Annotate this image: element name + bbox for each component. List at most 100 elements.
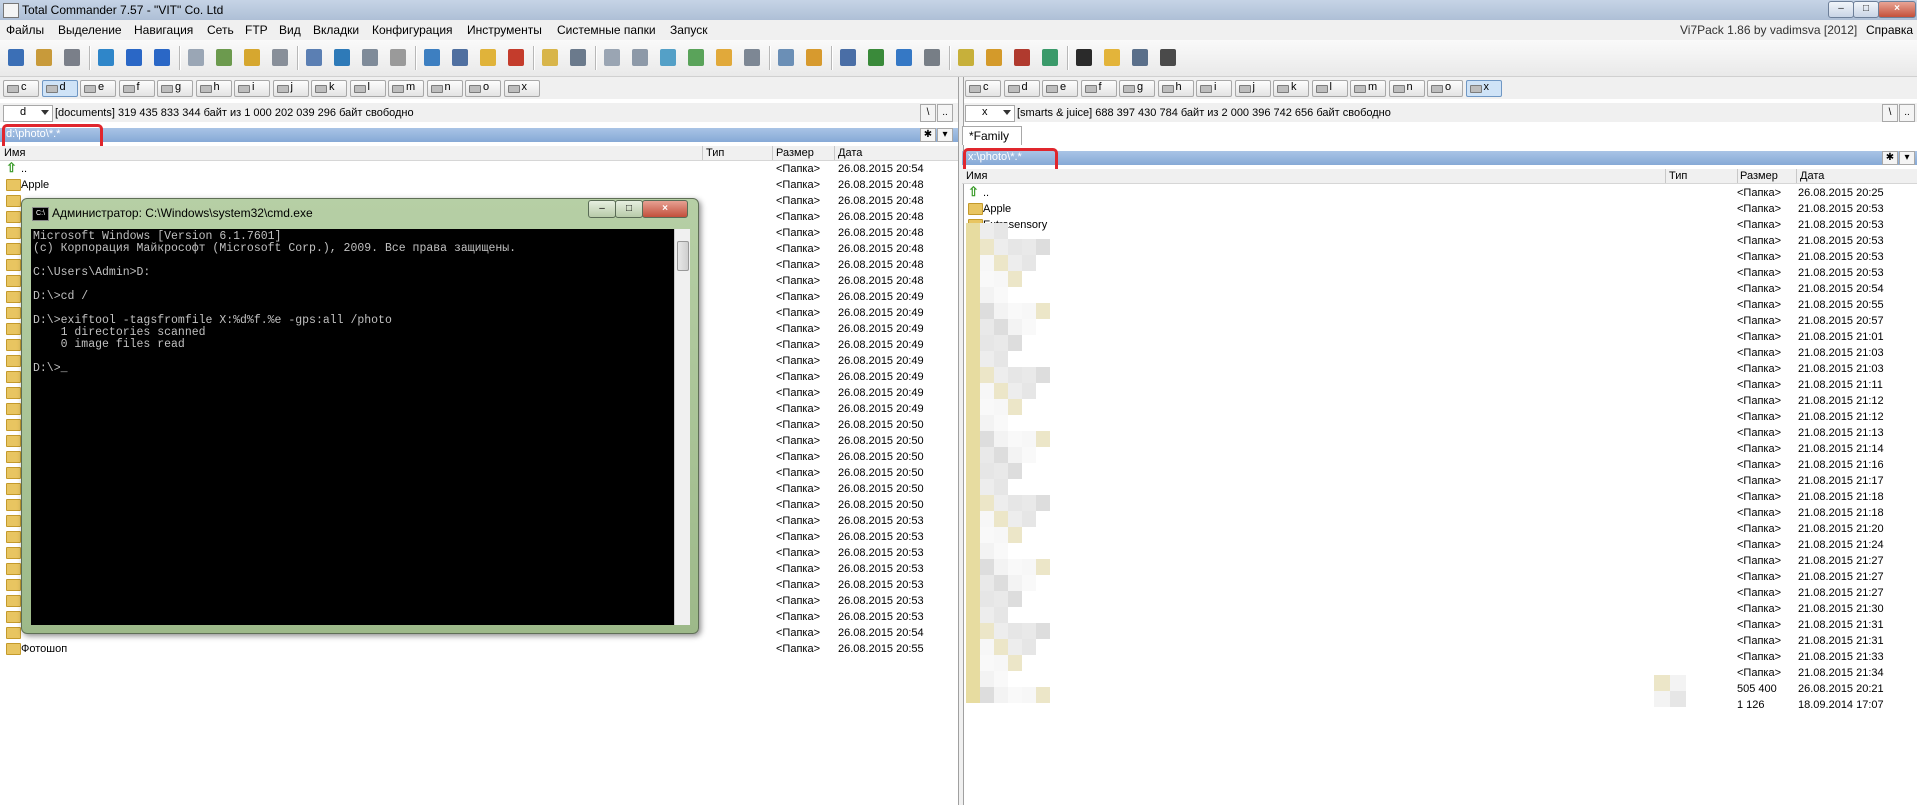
console-output[interactable]: Microsoft Windows [Version 6.1.7601] (c)… bbox=[31, 229, 674, 625]
table-row[interactable]: Фотошоп <Папка> 26.08.2015 20:55 bbox=[0, 641, 955, 657]
table-row[interactable]: <Папка> 21.08.2015 20:53 bbox=[962, 265, 1917, 281]
left-drive-m-button[interactable]: m bbox=[388, 80, 424, 97]
table-row[interactable]: <Папка> 21.08.2015 21:12 bbox=[962, 393, 1917, 409]
right-drive-e-button[interactable]: e bbox=[1042, 80, 1078, 97]
table-row[interactable]: <Папка> 21.08.2015 21:14 bbox=[962, 441, 1917, 457]
eraser-button[interactable] bbox=[656, 46, 680, 70]
table-row[interactable]: <Папка> 21.08.2015 21:20 bbox=[962, 521, 1917, 537]
table-row[interactable]: <Папка> 21.08.2015 21:03 bbox=[962, 361, 1917, 377]
right-history-button[interactable]: ▾ bbox=[1899, 151, 1915, 165]
table-row[interactable]: Extrasensory <Папка> 21.08.2015 20:53 bbox=[962, 217, 1917, 233]
left-drive-g-button[interactable]: g bbox=[157, 80, 193, 97]
table-row[interactable]: Apple <Папка> 21.08.2015 20:53 bbox=[962, 201, 1917, 217]
left-root-button[interactable]: \ bbox=[920, 104, 936, 122]
left-drive-e-button[interactable]: e bbox=[80, 80, 116, 97]
table-row[interactable]: 1 126 18.09.2014 17:07 bbox=[962, 697, 1917, 713]
cmd-minimize-button[interactable]: – bbox=[588, 200, 616, 218]
table-row[interactable]: <Папка> 21.08.2015 20:54 bbox=[962, 281, 1917, 297]
stopwatch-button[interactable] bbox=[1100, 46, 1124, 70]
calculator-button[interactable] bbox=[740, 46, 764, 70]
right-drive-m-button[interactable]: m bbox=[1350, 80, 1386, 97]
table-row[interactable]: <Папка> 21.08.2015 21:16 bbox=[962, 457, 1917, 473]
paint-button[interactable] bbox=[712, 46, 736, 70]
menu-network[interactable]: Сеть bbox=[207, 23, 234, 37]
apps-button[interactable] bbox=[1010, 46, 1034, 70]
delete-button[interactable] bbox=[504, 46, 528, 70]
cmd-maximize-button[interactable]: □ bbox=[615, 200, 643, 218]
left-path-bar[interactable]: d:\photo\*.* ✱ ▾ bbox=[0, 128, 958, 142]
left-drive-h-button[interactable]: h bbox=[195, 80, 232, 97]
save-button[interactable] bbox=[4, 46, 28, 70]
cmd-button[interactable] bbox=[1072, 46, 1096, 70]
table-row[interactable]: <Папка> 21.08.2015 21:31 bbox=[962, 633, 1917, 649]
users-button[interactable] bbox=[60, 46, 84, 70]
table-row[interactable]: <Папка> 21.08.2015 21:11 bbox=[962, 377, 1917, 393]
back-button[interactable] bbox=[122, 46, 146, 70]
right-drive-i-button[interactable]: i bbox=[1196, 80, 1232, 97]
left-drive-l-button[interactable]: l bbox=[349, 80, 386, 97]
disk-button[interactable] bbox=[920, 46, 944, 70]
table-row[interactable]: <Папка> 21.08.2015 21:18 bbox=[962, 489, 1917, 505]
right-drive-c-button[interactable]: c bbox=[965, 80, 1001, 97]
table-row[interactable]: <Папка> 21.08.2015 21:31 bbox=[962, 617, 1917, 633]
menu-help[interactable]: Справка bbox=[1866, 23, 1913, 37]
menu-files[interactable]: Файлы bbox=[6, 23, 44, 37]
table-row[interactable]: <Папка> 21.08.2015 21:18 bbox=[962, 505, 1917, 521]
right-drive-x-button[interactable]: x bbox=[1465, 80, 1502, 97]
copy-names-button[interactable] bbox=[600, 46, 624, 70]
screen-button[interactable] bbox=[774, 46, 798, 70]
right-drive-d-button[interactable]: d bbox=[1003, 80, 1040, 97]
right-drive-j-button[interactable]: j bbox=[1234, 80, 1271, 97]
table-row[interactable]: ⇧.. <Папка> 26.08.2015 20:54 bbox=[0, 160, 955, 177]
left-header-type[interactable]: Тип bbox=[706, 147, 724, 159]
right-drive-n-button[interactable]: n bbox=[1388, 80, 1425, 97]
refresh-button[interactable] bbox=[94, 46, 118, 70]
table-row[interactable]: 505 400 26.08.2015 20:21 bbox=[962, 681, 1917, 697]
right-drive-h-button[interactable]: h bbox=[1157, 80, 1194, 97]
right-drive-o-button[interactable]: o bbox=[1427, 80, 1463, 97]
search-files-button[interactable] bbox=[358, 46, 382, 70]
table-row[interactable]: ⇧.. <Папка> 26.08.2015 20:25 bbox=[962, 184, 1917, 201]
left-drive-i-button[interactable]: i bbox=[234, 80, 270, 97]
new-file-button[interactable] bbox=[212, 46, 236, 70]
cmd-window[interactable]: C:\ Администратор: C:\Windows\system32\c… bbox=[21, 198, 699, 634]
right-drive-k-button[interactable]: k bbox=[1273, 80, 1309, 97]
left-parent-button[interactable]: .. bbox=[937, 104, 953, 122]
right-drive-f-button[interactable]: f bbox=[1080, 80, 1117, 97]
left-drive-o-button[interactable]: o bbox=[465, 80, 501, 97]
right-header-date[interactable]: Дата bbox=[1800, 170, 1824, 182]
registry-button[interactable] bbox=[1038, 46, 1062, 70]
clock-button[interactable] bbox=[386, 46, 410, 70]
maximize-button[interactable]: □ bbox=[1853, 1, 1879, 18]
table-row[interactable]: <Папка> 21.08.2015 20:53 bbox=[962, 249, 1917, 265]
cmd-close-button[interactable]: × bbox=[642, 200, 688, 218]
right-path-bar[interactable]: x:\photo\*.* ✱ ▾ bbox=[962, 151, 1917, 165]
copy-button[interactable] bbox=[184, 46, 208, 70]
grid-button[interactable] bbox=[628, 46, 652, 70]
left-drive-k-button[interactable]: k bbox=[311, 80, 347, 97]
zoom-button[interactable] bbox=[836, 46, 860, 70]
folder-button[interactable] bbox=[476, 46, 500, 70]
table-row[interactable]: <Папка> 21.08.2015 20:57 bbox=[962, 313, 1917, 329]
table-row[interactable]: <Папка> 21.08.2015 21:03 bbox=[962, 345, 1917, 361]
menu-navigation[interactable]: Навигация bbox=[134, 23, 193, 37]
archive-button[interactable] bbox=[802, 46, 826, 70]
menu-view[interactable]: Вид bbox=[279, 23, 301, 37]
find-button[interactable] bbox=[566, 46, 590, 70]
list-button[interactable] bbox=[302, 46, 326, 70]
menu-system-folders[interactable]: Системные папки bbox=[557, 23, 656, 37]
right-header-name[interactable]: Имя bbox=[966, 170, 987, 182]
windows-button[interactable] bbox=[864, 46, 888, 70]
folder-up-button[interactable] bbox=[240, 46, 264, 70]
folder-tree-button[interactable] bbox=[982, 46, 1006, 70]
left-drive-d-button[interactable]: d bbox=[41, 80, 78, 97]
table-row[interactable]: <Папка> 21.08.2015 21:30 bbox=[962, 601, 1917, 617]
table-row[interactable]: <Папка> 21.08.2015 21:33 bbox=[962, 649, 1917, 665]
right-header-type[interactable]: Тип bbox=[1669, 170, 1687, 182]
table-row[interactable]: <Папка> 21.08.2015 21:24 bbox=[962, 537, 1917, 553]
left-drive-x-button[interactable]: x bbox=[503, 80, 540, 97]
network-button[interactable] bbox=[420, 46, 444, 70]
right-parent-button[interactable]: .. bbox=[1899, 104, 1915, 122]
left-drive-j-button[interactable]: j bbox=[272, 80, 309, 97]
table-row[interactable]: <Папка> 21.08.2015 21:27 bbox=[962, 569, 1917, 585]
